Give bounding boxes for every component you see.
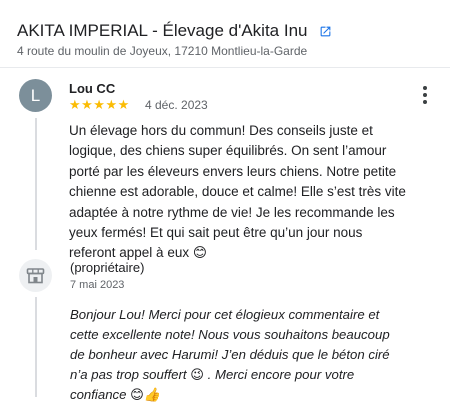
owner-label: (propriétaire) [70,260,145,275]
review-thread-line [35,118,37,250]
header-divider [0,67,450,68]
more-options-button[interactable] [416,84,434,106]
review-date: 4 déc. 2023 [145,98,208,112]
owner-reply-date: 7 mai 2023 [70,279,125,291]
business-title: AKITA IMPERIAL - Élevage d'Akita Inu [17,21,332,43]
owner-thread-line [35,297,37,397]
review-text: Un élevage hors du commun! Des conseils … [69,123,406,261]
store-icon [26,268,45,284]
external-link-icon[interactable] [319,23,332,43]
business-name: AKITA IMPERIAL - Élevage d'Akita Inu [17,21,308,40]
owner-reply-text: Bonjour Lou! Merci pour cet élogieux com… [70,307,390,402]
reviewer-name[interactable]: Lou CC [69,81,115,96]
reviewer-avatar[interactable]: L [19,79,52,112]
rating-stars: ★★★★★ [69,97,130,112]
owner-avatar [19,259,52,292]
more-vertical-icon [423,86,427,90]
business-address: 4 route du moulin de Joyeux, 17210 Montl… [17,44,308,58]
